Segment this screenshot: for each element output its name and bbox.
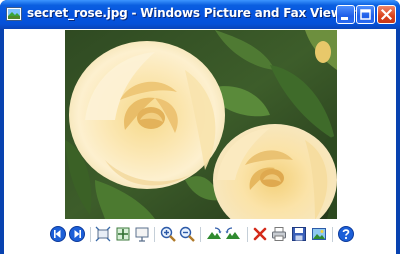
zoom-out-icon[interactable] [179, 226, 195, 242]
picture-viewer-window: secret_rose.jpg - Windows Picture and Fa… [0, 0, 400, 254]
viewer-client-area [4, 29, 396, 254]
toolbar-separator [332, 227, 333, 242]
zoom-in-icon[interactable] [160, 226, 176, 242]
open-for-editing-icon[interactable] [311, 226, 327, 242]
rotate-counterclockwise-icon[interactable] [225, 226, 241, 242]
delete-icon[interactable] [252, 226, 268, 242]
save-icon[interactable] [291, 226, 307, 242]
rotate-clockwise-icon[interactable] [206, 226, 222, 242]
print-icon[interactable] [271, 226, 287, 242]
close-button[interactable] [377, 5, 396, 24]
toolbar-separator [247, 227, 248, 242]
rose-photo [65, 30, 337, 219]
minimize-button[interactable] [336, 5, 355, 24]
close-icon [380, 8, 393, 21]
minimize-icon [341, 17, 348, 20]
previous-image-icon[interactable] [50, 226, 66, 242]
toolbar-separator [90, 227, 91, 242]
best-fit-icon[interactable] [95, 226, 111, 242]
toolbar-separator [154, 227, 155, 242]
next-image-icon[interactable] [69, 226, 85, 242]
help-icon[interactable] [338, 226, 354, 242]
maximize-button[interactable] [356, 5, 375, 24]
toolbar-separator [200, 227, 201, 242]
window-title: secret_rose.jpg - Windows Picture and Fa… [27, 6, 356, 20]
maximize-icon [360, 9, 371, 20]
title-bar[interactable]: secret_rose.jpg - Windows Picture and Fa… [0, 0, 400, 29]
slideshow-icon[interactable] [134, 226, 150, 242]
picture-viewer-icon [6, 7, 22, 21]
actual-size-icon[interactable] [115, 226, 131, 242]
viewer-toolbar [4, 223, 396, 247]
